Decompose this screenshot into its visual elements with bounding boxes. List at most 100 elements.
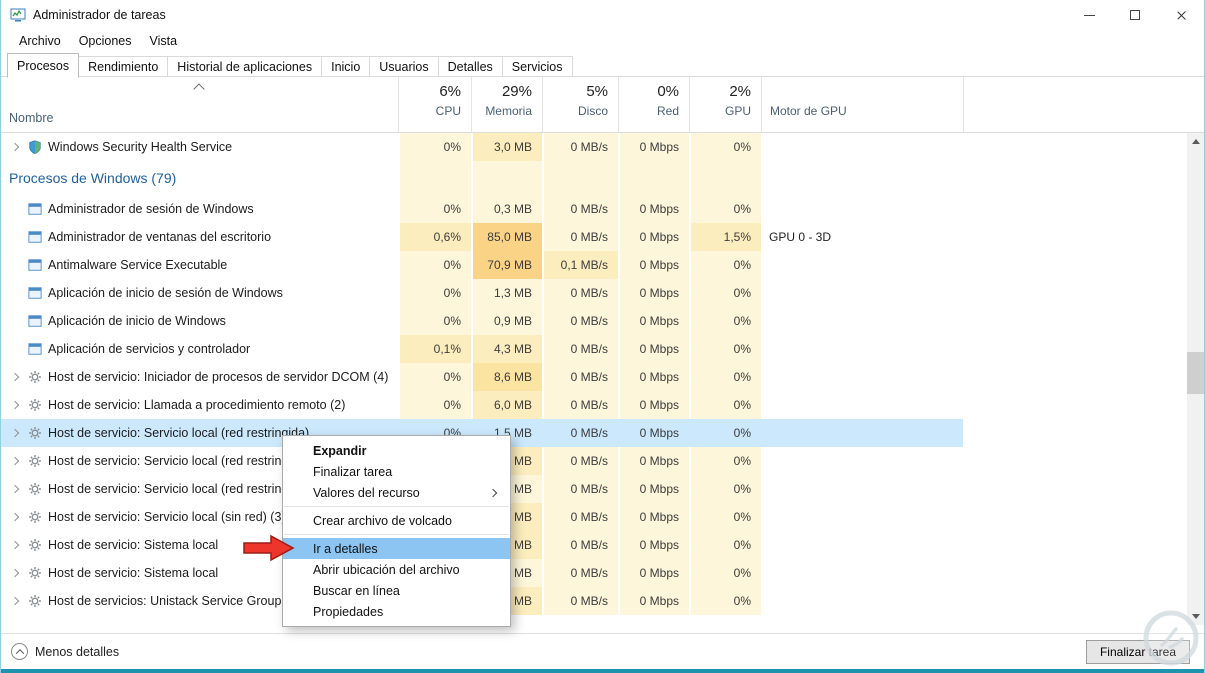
process-row[interactable]: Aplicación de inicio de Windows 0% 0,9 MB 0… [1, 307, 1204, 335]
gear-icon [27, 454, 42, 469]
column-header-gpu[interactable]: 2% GPU [689, 77, 761, 132]
scroll-up-button[interactable] [1187, 133, 1204, 150]
column-usage-percent: 6% [439, 83, 461, 100]
context-menu-item-expandir[interactable]: Expandir [283, 440, 510, 461]
process-list: Windows Security Health Service 0% 3,0 MB 0… [1, 133, 1204, 633]
column-header-name[interactable]: Nombre [1, 77, 398, 132]
context-menu: Expandir Finalizar tarea Valores del recur… [282, 435, 511, 627]
tab-historial-de-aplicaciones[interactable]: Historial de aplicaciones [167, 56, 323, 77]
process-row[interactable]: Antimalware Service Executable 0% 70,9 MB 0… [1, 251, 1204, 279]
process-row[interactable]: Host de servicio: Servicio local (red re… [1, 475, 1204, 503]
column-header-red[interactable]: 0% Red [618, 77, 689, 132]
column-header-disco[interactable]: 5% Disco [542, 77, 618, 132]
context-menu-item-valores-del-recurso[interactable]: Valores del recurso [283, 482, 510, 503]
process-row[interactable]: Windows Security Health Service 0% 3,0 MB 0… [1, 133, 1204, 161]
menubar-item-archivo[interactable]: Archivo [10, 31, 70, 51]
context-menu-item-ir-a-detalles[interactable]: Ir a detalles [283, 538, 510, 559]
tab-detalles[interactable]: Detalles [437, 56, 503, 77]
expand-chevron-icon[interactable] [7, 596, 23, 606]
submenu-arrow-icon [488, 488, 498, 497]
process-row[interactable]: Administrador de sesión de Windows 0% 0,3 … [1, 195, 1204, 223]
disk-cell: 0 MB/s [542, 279, 618, 307]
gear-icon [27, 482, 42, 497]
expand-chevron-icon[interactable] [7, 484, 23, 494]
close-button[interactable] [1158, 0, 1204, 30]
expand-chevron-icon[interactable] [7, 400, 23, 410]
process-row[interactable]: Host de servicio: Sistema local0%3,9 MB0… [1, 531, 1204, 559]
context-menu-item-buscar-en-linea[interactable]: Buscar en línea [283, 580, 510, 601]
process-row[interactable]: Host de servicio: Llamada a procedimient… [1, 391, 1204, 419]
context-menu-item-propiedades[interactable]: Propiedades [283, 601, 510, 622]
vertical-scrollbar[interactable] [1187, 133, 1204, 625]
process-row[interactable]: Host de servicio: Servicio local (red re… [1, 419, 1204, 447]
column-label: Red [656, 104, 679, 118]
sort-ascending-icon [192, 83, 205, 95]
process-row[interactable]: Administrador de ventanas del escritorio… [1, 223, 1204, 251]
cpu-cell: 0% [398, 251, 471, 279]
expand-chevron-icon[interactable] [7, 142, 23, 152]
process-row[interactable]: Aplicación de inicio de sesión de Window… [1, 279, 1204, 307]
expand-chevron-icon[interactable] [7, 428, 23, 438]
tab-rendimiento[interactable]: Rendimiento [78, 56, 169, 77]
expand-chevron-icon[interactable] [7, 512, 23, 522]
expand-chevron-icon[interactable] [7, 456, 23, 466]
process-row[interactable]: Host de servicio: Iniciador de procesos … [1, 363, 1204, 391]
process-row[interactable]: Host de servicio: Sistema local0%3,0 MB0… [1, 559, 1204, 587]
column-header-memoria[interactable]: 29% Memoria [471, 77, 542, 132]
expand-chevron-icon[interactable] [7, 568, 23, 578]
tab-usuarios[interactable]: Usuarios [369, 56, 439, 77]
process-row[interactable]: Aplicación de servicios y controlador 0,1… [1, 335, 1204, 363]
expand-chevron-icon[interactable] [7, 540, 23, 550]
window-icon [27, 314, 42, 329]
memory-cell: 1,3 MB [471, 279, 542, 307]
gpu-engine-cell [761, 363, 963, 391]
column-header-motor-de-gpu[interactable]: Motor de GPU [761, 77, 963, 132]
menubar-item-vista[interactable]: Vista [141, 31, 187, 51]
disk-cell: 0 MB/s [542, 587, 618, 615]
disk-cell: 0 MB/s [542, 391, 618, 419]
gpu-engine-cell [761, 447, 963, 475]
menubar-item-opciones[interactable]: Opciones [70, 31, 141, 51]
scrollbar-thumb[interactable] [1187, 352, 1204, 394]
process-row[interactable]: Host de servicios: Unistack Service Grou… [1, 587, 1204, 615]
context-menu-item-finalizar-tarea[interactable]: Finalizar tarea [283, 461, 510, 482]
memory-cell: 0,9 MB [471, 307, 542, 335]
gear-icon [27, 538, 42, 553]
maximize-button[interactable] [1112, 0, 1158, 30]
context-menu-item-abrir-ubicacion-del-archivo[interactable]: Abrir ubicación del archivo [283, 559, 510, 580]
shield-icon [27, 140, 42, 155]
process-name: Aplicación de inicio de sesión de Window… [48, 286, 283, 300]
gpu-engine-cell [761, 419, 963, 447]
process-row[interactable]: Host de servicio: Servicio local (red re… [1, 447, 1204, 475]
gpu-engine-cell [761, 307, 963, 335]
process-name: Aplicación de inicio de Windows [48, 314, 226, 328]
process-group-label: Procesos de Windows (79) [9, 170, 177, 186]
scroll-down-button[interactable] [1187, 608, 1204, 625]
context-menu-item-label: Buscar en línea [313, 583, 400, 598]
process-name-cell: Administrador de ventanas del escritorio [1, 223, 398, 251]
network-cell: 0 Mbps [618, 251, 689, 279]
column-header-cpu[interactable]: 6% CPU [398, 77, 471, 132]
network-cell: 0 Mbps [618, 363, 689, 391]
gear-icon [27, 370, 42, 385]
row-filler [963, 447, 1204, 475]
process-name: Host de servicio: Sistema local [48, 566, 219, 580]
context-menu-separator [284, 534, 509, 535]
tab-procesos[interactable]: Procesos [7, 53, 80, 78]
tab-servicios[interactable]: Servicios [501, 56, 573, 77]
tab-inicio[interactable]: Inicio [321, 56, 371, 77]
context-menu-item-crear-archivo-de-volcado[interactable]: Crear archivo de volcado [283, 510, 510, 531]
window-accent-border [1, 669, 1204, 673]
row-filler [963, 133, 1204, 161]
less-details-toggle[interactable]: Menos detalles [11, 643, 119, 660]
process-name: Administrador de sesión de Windows [48, 202, 254, 216]
process-row[interactable]: Host de servicio: Servicio local (sin re… [1, 503, 1204, 531]
gpu-cell: 0% [689, 335, 761, 363]
process-group-header[interactable]: Procesos de Windows (79) [1, 161, 1204, 195]
minimize-button[interactable] [1066, 0, 1112, 30]
column-label: Disco [577, 104, 608, 118]
process-name: Administrador de ventanas del escritorio [48, 230, 272, 244]
end-task-button[interactable]: Finalizar tarea [1085, 640, 1190, 664]
gpu-cell: 0% [689, 363, 761, 391]
expand-chevron-icon[interactable] [7, 372, 23, 382]
